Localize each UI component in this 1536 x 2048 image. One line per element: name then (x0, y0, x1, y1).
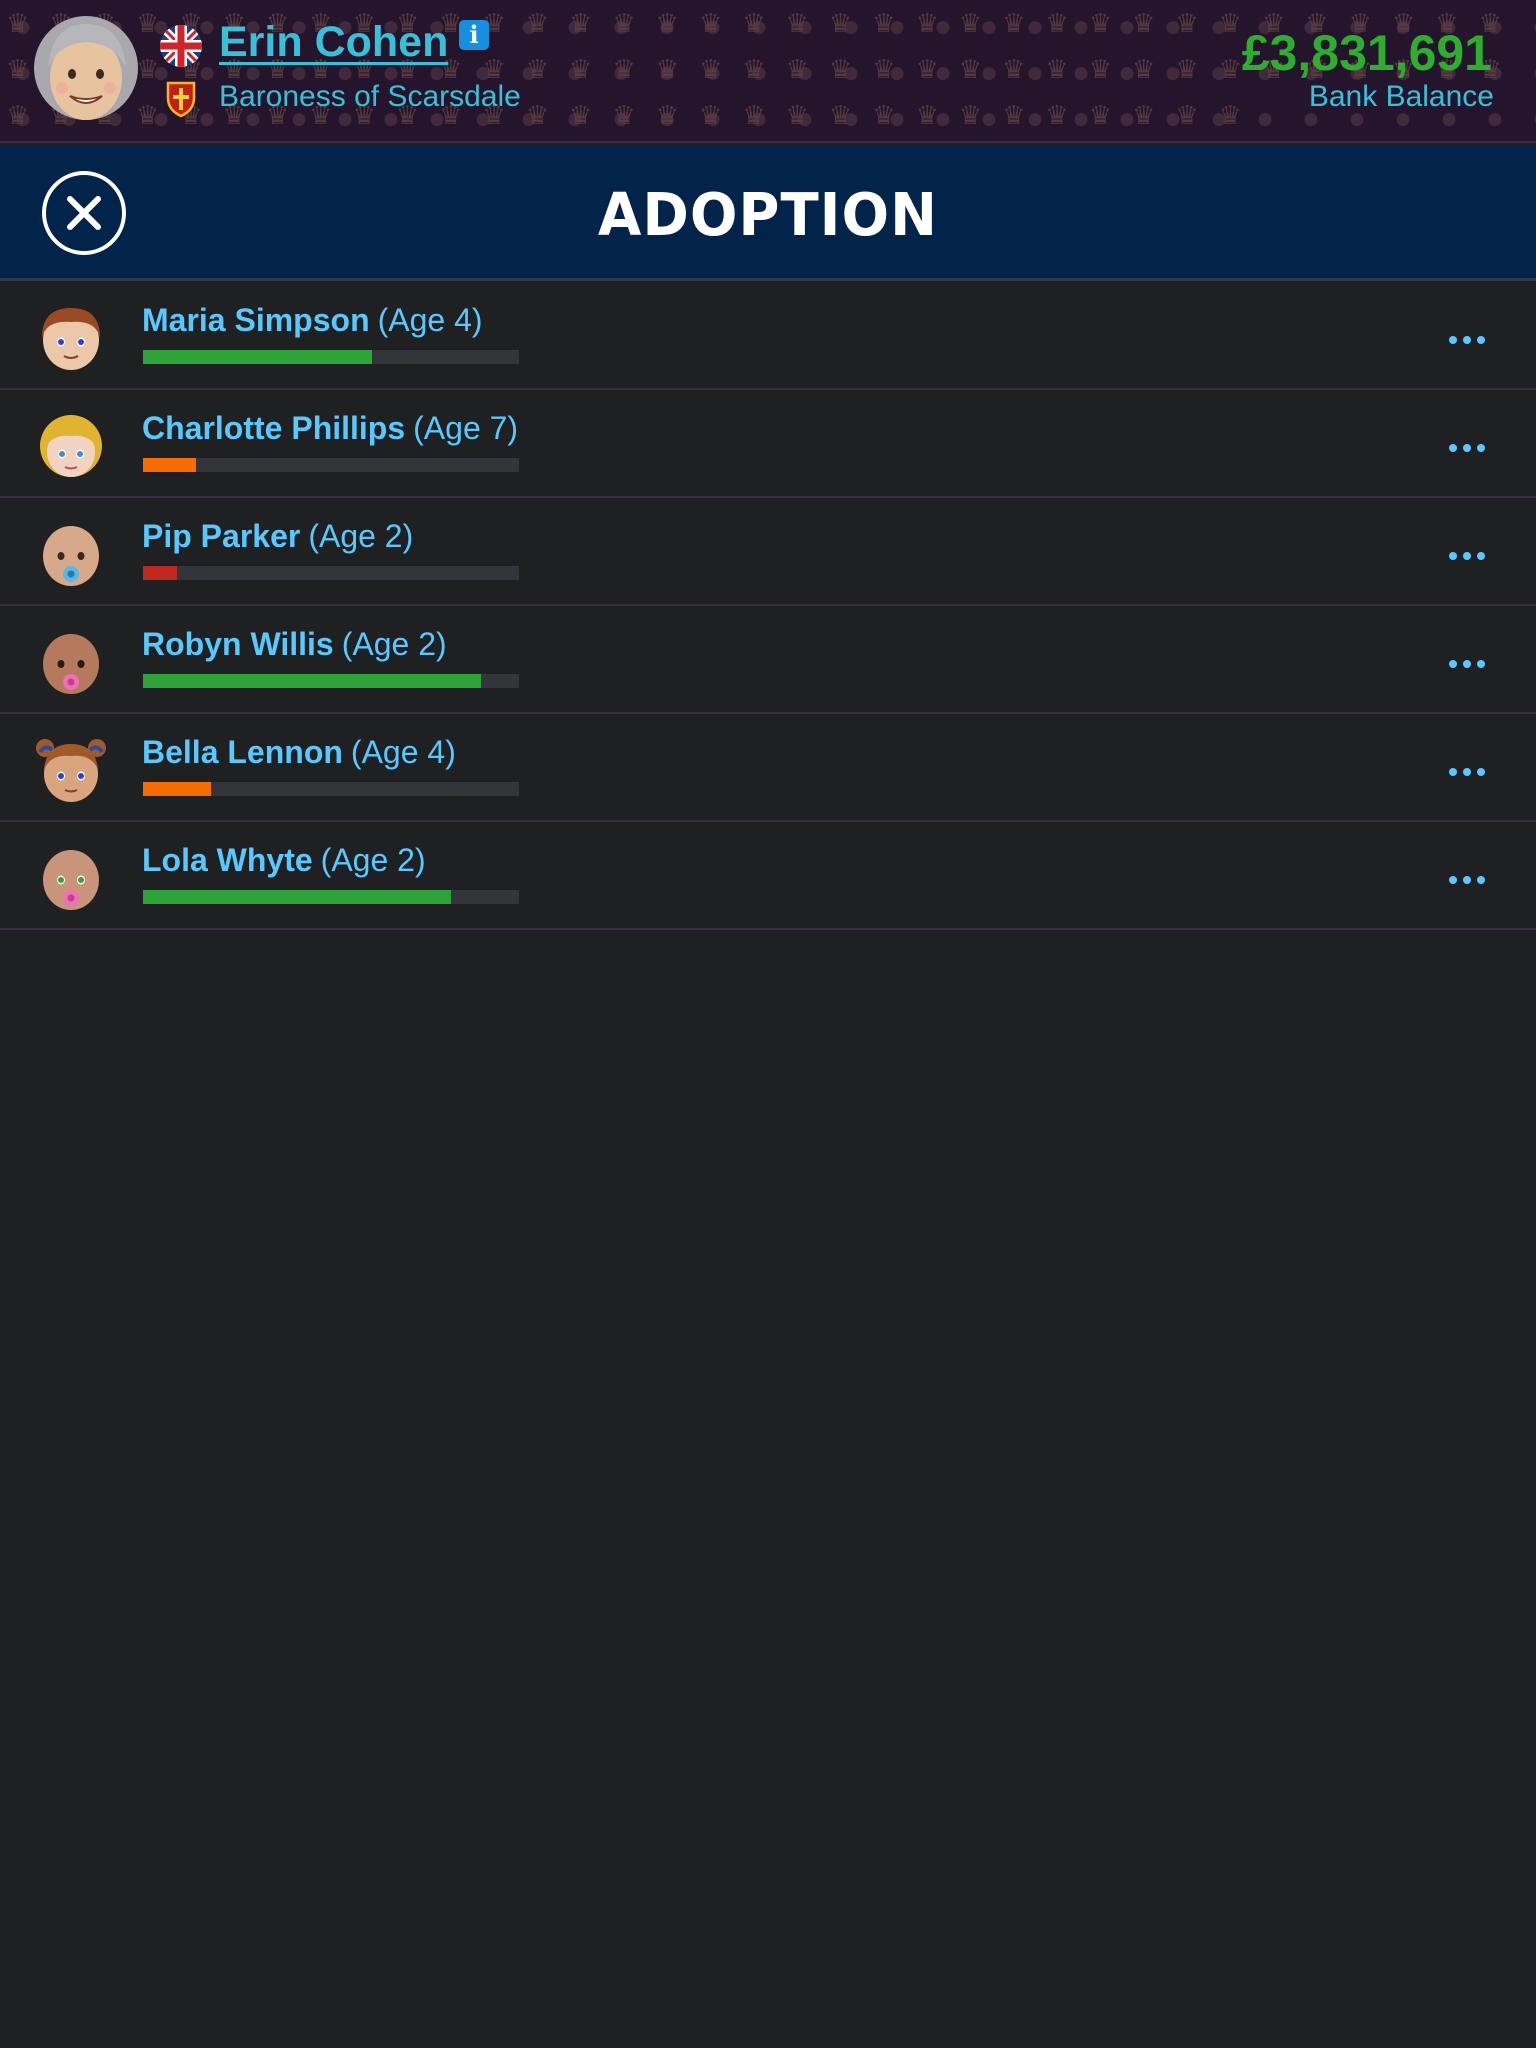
title-bar: ADOPTION (0, 145, 1536, 281)
child-name-label: Maria Simpson (Age 4) (142, 302, 483, 339)
child-name-label: Pip Parker (Age 2) (142, 518, 413, 555)
relationship-bar (143, 674, 519, 688)
adoption-list: Maria Simpson (Age 4) Charlotte Phillips(… (0, 282, 1536, 930)
page-title: ADOPTION (598, 181, 938, 250)
child-name: Bella Lennon (142, 734, 343, 770)
child-age: (Age 4) (350, 734, 456, 770)
child-age: (Age 2) (341, 626, 447, 662)
list-item[interactable]: Robyn Willis (Age 2) (0, 606, 1536, 714)
child-age: (Age 2) (320, 842, 426, 878)
list-item[interactable]: Maria Simpson (Age 4) (0, 282, 1536, 390)
relationship-bar (143, 782, 519, 796)
relationship-bar-fill (143, 890, 452, 904)
child-name: Pip Parker (142, 518, 301, 554)
more-options-button[interactable] (1442, 318, 1492, 348)
uk-flag-icon (160, 25, 202, 67)
relationship-bar-fill (143, 782, 211, 796)
player-avatar[interactable] (30, 14, 142, 126)
list-item[interactable]: Bella Lennon (Age 4) (0, 714, 1536, 822)
bank-balance-label: Bank Balance (1308, 80, 1494, 113)
list-item[interactable]: Charlotte Phillips (Age 7) (0, 390, 1536, 498)
child-age: (Age 7) (413, 410, 519, 446)
child-avatar-baby-icon (43, 526, 99, 586)
relationship-bar-fill (143, 350, 373, 364)
relationship-bar (143, 566, 519, 580)
more-options-button[interactable] (1442, 858, 1492, 888)
child-name: Maria Simpson (142, 302, 370, 338)
info-icon[interactable]: i (459, 20, 489, 50)
list-item[interactable]: Lola Whyte (Age 2) (0, 822, 1536, 930)
more-options-button[interactable] (1442, 426, 1492, 456)
relationship-bar (143, 350, 519, 364)
child-name-label: Bella Lennon (Age 4) (142, 734, 456, 771)
more-options-button[interactable] (1442, 642, 1492, 672)
player-name-link[interactable]: Erin Cohen (219, 18, 448, 67)
child-avatar-girl-icon (40, 415, 102, 477)
child-name-label: Robyn Willis (Age 2) (142, 626, 447, 663)
child-age: (Age 2) (308, 518, 414, 554)
child-name: Robyn Willis (142, 626, 334, 662)
child-name-label: Lola Whyte (Age 2) (142, 842, 426, 879)
top-header: ♛♛♛♛♛♛♛♛♛♛♛♛♛♛♛♛♛♛♛♛♛♛♛♛♛♛♛♛♛♛♛♛♛♛♛♛♛♛♛♛… (0, 0, 1536, 143)
child-name: Lola Whyte (142, 842, 313, 878)
relationship-bar-fill (143, 566, 177, 580)
child-avatar-girl-icon (36, 739, 106, 802)
child-avatar-boy-icon (42, 308, 100, 370)
relationship-bar (143, 890, 519, 904)
child-avatar-baby-icon (43, 634, 99, 694)
crest-icon (166, 81, 196, 118)
bank-balance-value: £3,831,691 (1241, 25, 1492, 81)
list-item[interactable]: Pip Parker (Age 2) (0, 498, 1536, 606)
relationship-bar-fill (143, 458, 196, 472)
relationship-bar-fill (143, 674, 482, 688)
child-name: Charlotte Phillips (142, 410, 406, 446)
more-options-button[interactable] (1442, 750, 1492, 780)
player-title: Baroness of Scarsdale (219, 80, 521, 113)
child-name-label: Charlotte Phillips (Age 7) (142, 410, 518, 447)
more-options-button[interactable] (1442, 534, 1492, 564)
child-age: (Age 4) (377, 302, 483, 338)
relationship-bar (143, 458, 519, 472)
child-avatar-baby-icon (43, 850, 99, 910)
